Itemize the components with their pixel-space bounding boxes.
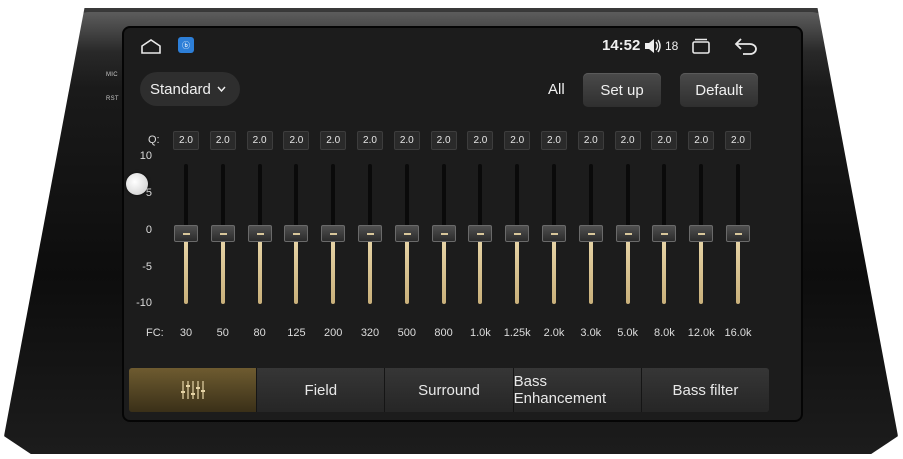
slider-knob[interactable] [247, 225, 272, 242]
db-scale-label: -5 [142, 261, 152, 273]
tab-equalizer[interactable] [129, 368, 258, 412]
slider-fill [220, 234, 225, 304]
q-value-box[interactable]: 2.0 [246, 131, 273, 150]
slider-knob[interactable] [652, 225, 677, 242]
q-value-box[interactable]: 2.0 [209, 131, 236, 150]
tab-surround[interactable]: Surround [385, 368, 514, 412]
slider-fill [515, 234, 520, 304]
q-value-box[interactable]: 2.0 [688, 131, 715, 150]
slider-knob[interactable] [542, 225, 566, 242]
q-label: Q: [148, 134, 160, 146]
eq-band: 2.0 50 [207, 128, 239, 348]
status-bar: ⓑ 14:52 18 [124, 28, 801, 62]
equalizer-icon [180, 381, 205, 399]
preset-value: Standard [150, 80, 211, 98]
slider-fill [662, 234, 667, 304]
slider-knob[interactable] [358, 225, 382, 242]
q-value-box[interactable]: 2.0 [393, 131, 420, 150]
slider-fill [552, 234, 556, 304]
slider-knob[interactable] [505, 225, 530, 242]
slider-fill [588, 234, 593, 304]
q-value-box[interactable]: 2.0 [651, 131, 678, 150]
q-value-box[interactable]: 2.0 [283, 131, 310, 150]
equalizer: Q: FC: 10 5 0 -5 -10 2.0 30 2.0 50 2.0 80 2.0 125 2.0… [124, 128, 801, 348]
db-scale-label: -10 [136, 297, 152, 309]
eq-band: 2.0 3.0k [575, 128, 607, 348]
recents-icon[interactable] [690, 38, 712, 54]
slider-fill [441, 234, 446, 304]
q-value-box[interactable]: 2.0 [173, 131, 199, 150]
setup-button[interactable]: Set up [583, 73, 661, 107]
slider-knob[interactable] [578, 225, 603, 242]
mic-label: MIC [106, 72, 118, 78]
slider-fill [404, 234, 409, 304]
slider-knob[interactable] [210, 225, 235, 242]
q-value-box[interactable]: 2.0 [320, 131, 347, 150]
eq-band: 2.0 125 [280, 128, 312, 348]
all-button[interactable]: All [548, 81, 565, 98]
slider-fill [699, 234, 704, 304]
volume-icon[interactable] [644, 38, 662, 54]
eq-band: 2.0 800 [428, 128, 460, 348]
clock: 14:52 [602, 37, 641, 54]
frequency-label: 16.0k [724, 327, 752, 339]
tab-bass-filter[interactable]: Bass filter [641, 368, 769, 412]
q-value-box[interactable]: 2.0 [725, 131, 751, 150]
slider-fill [736, 234, 740, 304]
slider-fill [368, 234, 372, 304]
q-value-box[interactable]: 2.0 [430, 131, 457, 150]
eq-band: 2.0 12.0k [685, 128, 717, 348]
eq-band: 2.0 200 [317, 128, 349, 348]
eq-band: 2.0 5.0k [612, 128, 644, 348]
slider-knob[interactable] [689, 225, 714, 242]
eq-band: 2.0 30 [170, 128, 202, 348]
tab-bass-enhancement[interactable]: Bass Enhancement [513, 368, 642, 412]
slider-knob[interactable] [431, 225, 456, 242]
slider-knob[interactable] [726, 225, 750, 242]
screen: ⓑ 14:52 18 Standard All Set up Default Q… [124, 28, 801, 420]
q-value-box[interactable]: 2.0 [467, 131, 494, 150]
q-value-box[interactable]: 2.0 [541, 131, 567, 150]
eq-band: 2.0 2.0k [538, 128, 570, 348]
eq-band: 2.0 8.0k [648, 128, 680, 348]
q-value-box[interactable]: 2.0 [577, 131, 604, 150]
eq-band: 2.0 1.25k [501, 128, 533, 348]
home-icon[interactable] [140, 38, 162, 54]
tab-field[interactable]: Field [257, 368, 386, 412]
chevron-down-icon [217, 86, 226, 92]
eq-band: 2.0 320 [354, 128, 386, 348]
q-value-box[interactable]: 2.0 [504, 131, 531, 150]
slider-knob[interactable] [284, 225, 309, 242]
db-scale-label: 10 [139, 150, 152, 162]
back-icon[interactable] [734, 37, 758, 55]
slider-knob[interactable] [174, 225, 198, 242]
slider-fill [294, 234, 299, 304]
slider-fill [184, 234, 188, 304]
eq-band: 2.0 80 [244, 128, 276, 348]
fc-label: FC: [146, 327, 164, 339]
rst-label: RST [106, 96, 119, 102]
eq-band: 2.0 1.0k [464, 128, 496, 348]
eq-band: 2.0 16.0k [722, 128, 754, 348]
slider-knob[interactable] [394, 225, 419, 242]
slider-fill [331, 234, 336, 304]
eq-band: 2.0 500 [391, 128, 423, 348]
q-value-box[interactable]: 2.0 [357, 131, 383, 150]
q-value-box[interactable]: 2.0 [614, 131, 641, 150]
db-scale-label: 0 [145, 224, 152, 236]
slider-knob[interactable] [615, 225, 640, 242]
slider-knob[interactable] [321, 225, 346, 242]
slider-fill [625, 234, 630, 304]
volume-level: 18 [665, 39, 679, 53]
slider-knob[interactable] [468, 225, 493, 242]
sound-tabs: Field Surround Bass Enhancement Bass fil… [129, 368, 769, 412]
app-notification-icon[interactable]: ⓑ [178, 37, 194, 53]
slider-fill [478, 234, 483, 304]
slider-fill [257, 234, 262, 304]
preset-dropdown[interactable]: Standard [140, 72, 240, 106]
floating-assistive-button[interactable] [126, 173, 148, 195]
default-button[interactable]: Default [680, 73, 758, 107]
